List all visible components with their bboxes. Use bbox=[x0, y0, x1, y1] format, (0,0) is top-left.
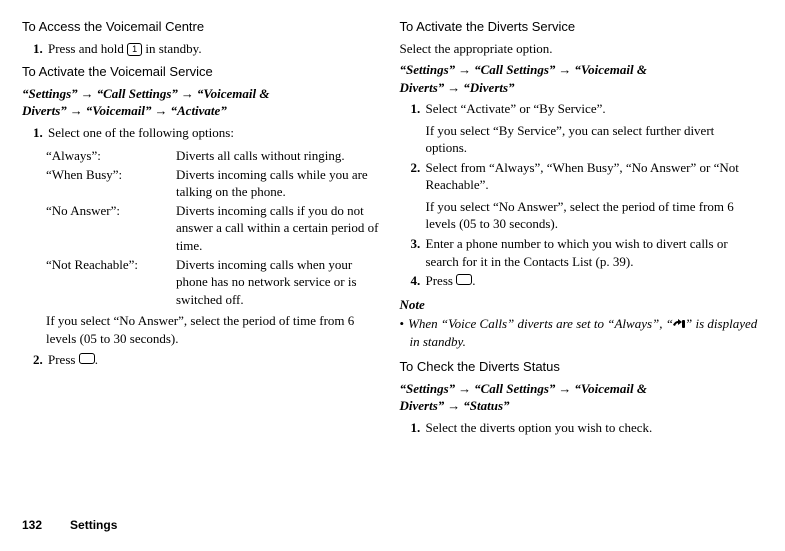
option-label: “Not Reachable”: bbox=[46, 256, 176, 309]
soft-key-icon bbox=[456, 274, 472, 285]
activate-voicemail-step-1: Select one of the following options: bbox=[46, 124, 382, 142]
activate-diverts-steps: Select “Activate” or “By Service”. If yo… bbox=[400, 100, 760, 289]
soft-key-icon bbox=[79, 353, 95, 364]
arrow-icon: → bbox=[152, 103, 171, 118]
step-text: Select “Activate” or “By Service”. bbox=[426, 101, 606, 116]
nav-segment: “Settings” bbox=[22, 86, 78, 101]
step-text: Enter a phone number to which you wish t… bbox=[426, 236, 728, 269]
voicemail-centre-steps: Press and hold 1 in standby. bbox=[22, 40, 382, 58]
option-desc: Diverts incoming calls while you are tal… bbox=[176, 166, 382, 201]
check-diverts-step-1: Select the diverts option you wish to ch… bbox=[424, 419, 760, 437]
step-text: in standby. bbox=[142, 41, 201, 56]
step-text: Select one of the following options: bbox=[48, 125, 234, 140]
nav-segment: “Diverts” bbox=[463, 80, 514, 95]
step-text: . bbox=[95, 352, 98, 367]
bullet-icon: • bbox=[400, 316, 409, 331]
activate-voicemail-steps-2: Press . bbox=[22, 351, 382, 369]
step-subtext: If you select “No Answer”, select the pe… bbox=[426, 198, 760, 233]
arrow-icon: → bbox=[455, 62, 474, 77]
option-desc: Diverts incoming calls when your phone h… bbox=[176, 256, 382, 309]
step-text: Press bbox=[426, 273, 457, 288]
option-row: “No Answer”: Diverts incoming calls if y… bbox=[46, 202, 382, 255]
arrow-icon: → bbox=[178, 86, 197, 101]
voicemail-options-block: “Always”: Diverts all calls without ring… bbox=[22, 147, 382, 308]
arrow-icon: → bbox=[555, 62, 574, 77]
arrow-icon: → bbox=[78, 86, 97, 101]
activate-diverts-step-3: Enter a phone number to which you wish t… bbox=[424, 235, 760, 270]
page-footer: 132 Settings bbox=[22, 517, 117, 533]
arrow-icon: → bbox=[455, 381, 474, 396]
nav-path-activate-diverts: “Settings”→“Call Settings”→“Voicemail & … bbox=[400, 61, 760, 96]
step-text: Select from “Always”, “When Busy”, “No A… bbox=[426, 160, 739, 193]
page-number: 132 bbox=[22, 518, 42, 532]
left-column: To Access the Voicemail Centre Press and… bbox=[22, 18, 382, 442]
nav-segment: “Settings” bbox=[400, 62, 456, 77]
nav-segment: “Status” bbox=[463, 398, 509, 413]
arrow-icon: → bbox=[67, 103, 86, 118]
option-label: “Always”: bbox=[46, 147, 176, 165]
right-column: To Activate the Diverts Service Select t… bbox=[400, 18, 760, 442]
nav-segment: “Settings” bbox=[400, 381, 456, 396]
nav-segment: “Call Settings” bbox=[97, 86, 178, 101]
activate-diverts-step-4: Press . bbox=[424, 272, 760, 290]
option-desc: Diverts incoming calls if you do not ans… bbox=[176, 202, 382, 255]
step-text: Select the diverts option you wish to ch… bbox=[426, 420, 653, 435]
nav-segment: “Voicemail” bbox=[86, 103, 152, 118]
nav-segment: “Call Settings” bbox=[474, 62, 555, 77]
footer-label: Settings bbox=[70, 518, 117, 532]
page-columns: To Access the Voicemail Centre Press and… bbox=[0, 0, 785, 442]
step-subtext: If you select “By Service”, you can sele… bbox=[426, 122, 760, 157]
divert-icon bbox=[673, 319, 685, 329]
note-body: •When “Voice Calls” diverts are set to “… bbox=[400, 315, 760, 350]
activate-diverts-step-2: Select from “Always”, “When Busy”, “No A… bbox=[424, 159, 760, 233]
activate-voicemail-steps: Select one of the following options: bbox=[22, 124, 382, 142]
key-1-icon: 1 bbox=[127, 43, 142, 56]
option-row: “Always”: Diverts all calls without ring… bbox=[46, 147, 382, 165]
nav-segment: “Activate” bbox=[171, 103, 227, 118]
step-text: Press bbox=[48, 352, 79, 367]
option-desc: Diverts all calls without ringing. bbox=[176, 147, 382, 165]
nav-path-check-diverts: “Settings”→“Call Settings”→“Voicemail & … bbox=[400, 380, 760, 415]
option-label: “No Answer”: bbox=[46, 202, 176, 255]
note-text: When “Voice Calls” diverts are set to “A… bbox=[408, 316, 673, 331]
select-option-text: Select the appropriate option. bbox=[400, 40, 760, 58]
step-text: Press and hold bbox=[48, 41, 127, 56]
option-row: “When Busy”: Diverts incoming calls whil… bbox=[46, 166, 382, 201]
note-heading: Note bbox=[400, 296, 760, 314]
option-label: “When Busy”: bbox=[46, 166, 176, 201]
activate-voicemail-step-2: Press . bbox=[46, 351, 382, 369]
activate-diverts-step-1: Select “Activate” or “By Service”. If yo… bbox=[424, 100, 760, 157]
step-text: . bbox=[472, 273, 475, 288]
section-title-voicemail-centre: To Access the Voicemail Centre bbox=[22, 18, 382, 36]
section-title-activate-voicemail: To Activate the Voicemail Service bbox=[22, 63, 382, 81]
check-diverts-steps: Select the diverts option you wish to ch… bbox=[400, 419, 760, 437]
arrow-icon: → bbox=[444, 80, 463, 95]
arrow-icon: → bbox=[444, 398, 463, 413]
option-row: “Not Reachable”: Diverts incoming calls … bbox=[46, 256, 382, 309]
no-answer-subnote: If you select “No Answer”, select the pe… bbox=[22, 312, 382, 347]
section-title-check-diverts: To Check the Diverts Status bbox=[400, 358, 760, 376]
arrow-icon: → bbox=[555, 381, 574, 396]
nav-path-activate-voicemail: “Settings”→“Call Settings”→“Voicemail & … bbox=[22, 85, 382, 120]
section-title-activate-diverts: To Activate the Diverts Service bbox=[400, 18, 760, 36]
nav-segment: “Call Settings” bbox=[474, 381, 555, 396]
voicemail-centre-step-1: Press and hold 1 in standby. bbox=[46, 40, 382, 58]
